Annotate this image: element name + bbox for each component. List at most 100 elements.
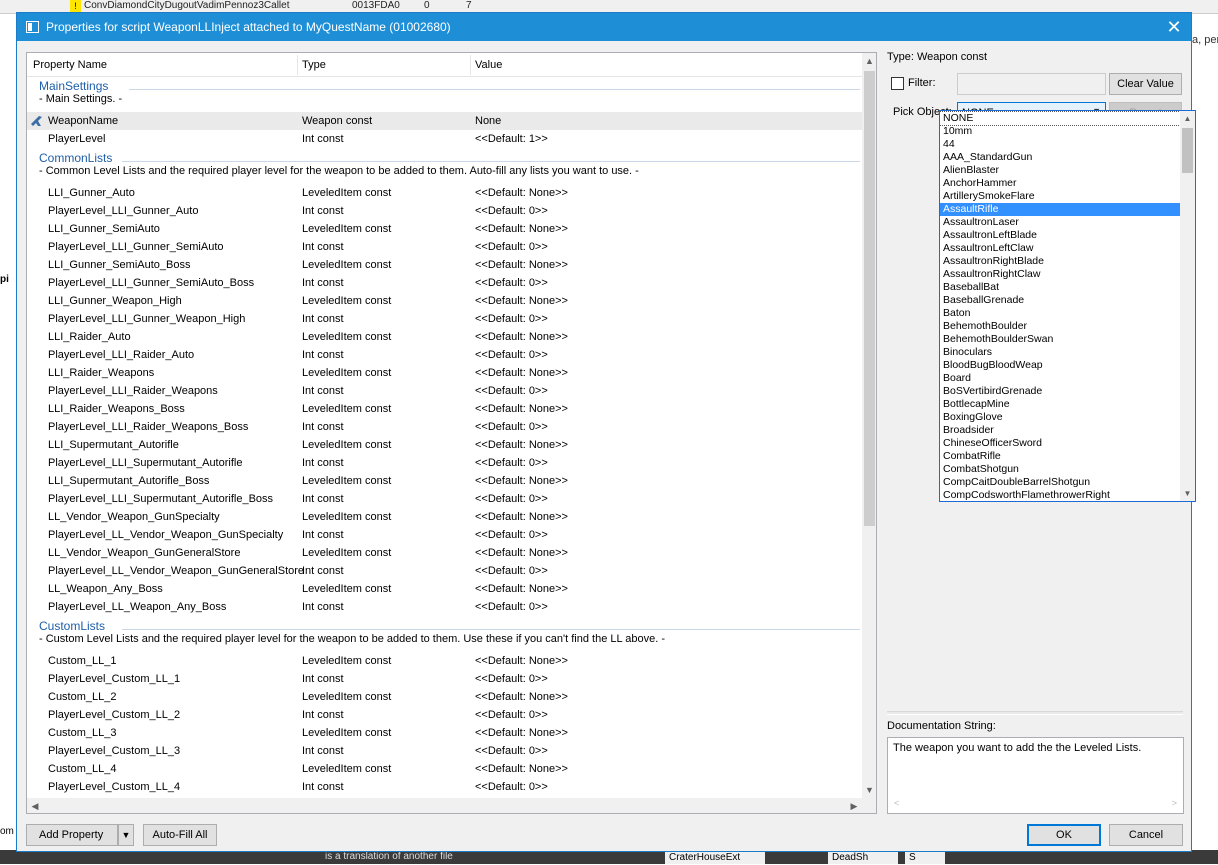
dropdown-option[interactable]: AnchorHammer: [940, 177, 1180, 190]
dropdown-option[interactable]: BaseballBat: [940, 281, 1180, 294]
table-row[interactable]: PlayerLevel_LLI_Supermutant_Autorifle_Bo…: [27, 490, 862, 508]
dropdown-option[interactable]: BottlecapMine: [940, 398, 1180, 411]
dropdown-scroll-up-icon[interactable]: ▲: [1180, 111, 1195, 126]
table-row[interactable]: Custom_LL_4 LeveledItem const <<Default: N…: [27, 760, 862, 778]
table-row[interactable]: PlayerLevel Int const <<Default: 1>>: [27, 130, 862, 148]
table-row[interactable]: PlayerLevel_LLI_Raider_Weapons_Boss Int c…: [27, 418, 862, 436]
dropdown-option[interactable]: BloodBugBloodWeap: [940, 359, 1180, 372]
table-row[interactable]: LLI_Gunner_SemiAuto_Boss LeveledItem cons…: [27, 256, 862, 274]
dropdown-option[interactable]: BehemothBoulderSwan: [940, 333, 1180, 346]
group-description: - Common Level Lists and the required pl…: [39, 165, 639, 177]
bg-cell-b: 7: [466, 0, 472, 11]
table-row[interactable]: PlayerLevel_LLI_Gunner_SemiAuto Int const…: [27, 238, 862, 256]
property-value: <<Default: None>>: [475, 403, 568, 415]
property-rows: MainSettings - Main Settings. - WeaponName…: [27, 77, 862, 797]
dropdown-option[interactable]: BehemothBoulder: [940, 320, 1180, 333]
table-row[interactable]: LL_Vendor_Weapon_GunSpecialty LeveledItem…: [27, 508, 862, 526]
dropdown-option[interactable]: ChineseOfficerSword: [940, 437, 1180, 450]
table-row[interactable]: LLI_Supermutant_Autorifle_Boss LeveledIte…: [27, 472, 862, 490]
property-name: LLI_Supermutant_Autorifle: [48, 439, 179, 451]
dropdown-option[interactable]: Board: [940, 372, 1180, 385]
dropdown-scrollbar[interactable]: ▲ ▼: [1180, 111, 1195, 501]
table-row[interactable]: PlayerLevel_LLI_Raider_Auto Int const <<De…: [27, 346, 862, 364]
scroll-left-arrow-icon[interactable]: ◀: [27, 798, 43, 813]
table-row[interactable]: Custom_LL_1 LeveledItem const <<Default: N…: [27, 652, 862, 670]
dropdown-option[interactable]: AssaultronLeftBlade: [940, 229, 1180, 242]
table-row[interactable]: LL_Weapon_Any_Boss LeveledItem const <<Def…: [27, 580, 862, 598]
dropdown-option[interactable]: CombatShotgun: [940, 463, 1180, 476]
table-row[interactable]: LL_Vendor_Weapon_GunGeneralStore LeveledI…: [27, 544, 862, 562]
scroll-right-arrow-icon[interactable]: ▶: [846, 798, 862, 813]
table-row[interactable]: PlayerLevel_LLI_Supermutant_Autorifle Int…: [27, 454, 862, 472]
auto-fill-all-button[interactable]: Auto-Fill All: [143, 824, 217, 846]
dropdown-option[interactable]: CompCaitDoubleBarrelShotgun: [940, 476, 1180, 489]
dropdown-option[interactable]: AAA_StandardGun: [940, 151, 1180, 164]
column-header-property-name[interactable]: Property Name: [33, 59, 107, 71]
property-value: <<Default: 0>>: [475, 745, 548, 757]
doc-scroll-right-icon[interactable]: >: [1172, 798, 1177, 808]
table-row[interactable]: LLI_Gunner_Weapon_High LeveledItem const <…: [27, 292, 862, 310]
table-row[interactable]: PlayerLevel_LLI_Gunner_SemiAuto_Boss Int …: [27, 274, 862, 292]
table-row[interactable]: PlayerLevel_LLI_Gunner_Weapon_High Int co…: [27, 310, 862, 328]
dropdown-option[interactable]: BoxingGlove: [940, 411, 1180, 424]
dropdown-option[interactable]: AssaultronLaser: [940, 216, 1180, 229]
dropdown-option[interactable]: AssaultronRightBlade: [940, 255, 1180, 268]
table-row[interactable]: Custom_LL_2 LeveledItem const <<Default: N…: [27, 688, 862, 706]
table-row[interactable]: PlayerLevel_Custom_LL_2 Int const <<Defaul…: [27, 706, 862, 724]
horizontal-scrollbar[interactable]: ◀ ▶: [27, 798, 862, 813]
clear-value-button[interactable]: Clear Value: [1109, 73, 1182, 95]
dropdown-option[interactable]: 10mm: [940, 125, 1180, 138]
property-type: Int const: [302, 565, 344, 577]
filter-checkbox[interactable]: [891, 77, 904, 90]
dropdown-scroll-thumb[interactable]: [1182, 128, 1193, 173]
table-row[interactable]: PlayerLevel_LL_Vendor_Weapon_GunSpecialt…: [27, 526, 862, 544]
table-row[interactable]: LLI_Raider_Weapons_Boss LeveledItem const…: [27, 400, 862, 418]
ok-button[interactable]: OK: [1027, 824, 1101, 846]
dropdown-option[interactable]: 44: [940, 138, 1180, 151]
dropdown-option[interactable]: AssaultronRightClaw: [940, 268, 1180, 281]
title-bar[interactable]: Properties for script WeaponLLInject att…: [17, 13, 1191, 41]
dropdown-option[interactable]: Binoculars: [940, 346, 1180, 359]
documentation-scrollbar[interactable]: < >: [888, 797, 1183, 813]
table-row[interactable]: WeaponName Weapon const None: [27, 112, 862, 130]
column-header-type[interactable]: Type: [302, 59, 326, 71]
column-header-value[interactable]: Value: [475, 59, 502, 71]
dropdown-option[interactable]: AssaultRifle: [940, 203, 1180, 216]
vertical-scrollbar[interactable]: ▲ ▼: [862, 53, 876, 798]
dropdown-option[interactable]: BaseballGrenade: [940, 294, 1180, 307]
table-row[interactable]: PlayerLevel_LLI_Gunner_Auto Int const <<De…: [27, 202, 862, 220]
close-button[interactable]: ✕: [1157, 13, 1191, 41]
table-row[interactable]: LLI_Raider_Auto LeveledItem const <<Defaul…: [27, 328, 862, 346]
dropdown-option[interactable]: BoSVertibirdGrenade: [940, 385, 1180, 398]
dropdown-option[interactable]: AlienBlaster: [940, 164, 1180, 177]
scroll-corner: [862, 798, 876, 813]
doc-scroll-left-icon[interactable]: <: [894, 798, 899, 808]
table-row[interactable]: LLI_Gunner_SemiAuto LeveledItem const <<De…: [27, 220, 862, 238]
group-description: - Custom Level Lists and the required pl…: [39, 633, 666, 645]
dropdown-option[interactable]: Broadsider: [940, 424, 1180, 437]
scroll-thumb[interactable]: [864, 71, 875, 526]
table-row[interactable]: PlayerLevel_LLI_Raider_Weapons Int const <…: [27, 382, 862, 400]
dropdown-scroll-down-icon[interactable]: ▼: [1180, 486, 1195, 501]
scroll-down-arrow-icon[interactable]: ▼: [862, 782, 876, 798]
add-property-dropdown-icon[interactable]: ▼: [118, 824, 134, 846]
dropdown-option[interactable]: AssaultronLeftClaw: [940, 242, 1180, 255]
add-property-button[interactable]: Add Property: [26, 824, 118, 846]
table-row[interactable]: LLI_Supermutant_Autorifle LeveledItem con…: [27, 436, 862, 454]
dropdown-option[interactable]: ArtillerySmokeFlare: [940, 190, 1180, 203]
cancel-button[interactable]: Cancel: [1109, 824, 1183, 846]
table-row[interactable]: PlayerLevel_Custom_LL_4 Int const <<Defaul…: [27, 778, 862, 796]
dropdown-option[interactable]: Baton: [940, 307, 1180, 320]
table-row[interactable]: PlayerLevel_LL_Vendor_Weapon_GunGeneralS…: [27, 562, 862, 580]
table-row[interactable]: PlayerLevel_LL_Weapon_Any_Boss Int const <…: [27, 598, 862, 616]
table-row[interactable]: PlayerLevel_Custom_LL_1 Int const <<Defaul…: [27, 670, 862, 688]
dropdown-option[interactable]: CombatRifle: [940, 450, 1180, 463]
panel-splitter[interactable]: [887, 711, 1183, 715]
dropdown-option[interactable]: CompCodsworthFlamethrowerRight: [940, 489, 1180, 501]
table-row[interactable]: LLI_Raider_Weapons LeveledItem const <<Def…: [27, 364, 862, 382]
table-row[interactable]: Custom_LL_3 LeveledItem const <<Default: N…: [27, 724, 862, 742]
dropdown-option[interactable]: NONE: [940, 111, 1181, 126]
table-row[interactable]: LLI_Gunner_Auto LeveledItem const <<Defaul…: [27, 184, 862, 202]
scroll-up-arrow-icon[interactable]: ▲: [862, 53, 876, 69]
table-row[interactable]: PlayerLevel_Custom_LL_3 Int const <<Defaul…: [27, 742, 862, 760]
